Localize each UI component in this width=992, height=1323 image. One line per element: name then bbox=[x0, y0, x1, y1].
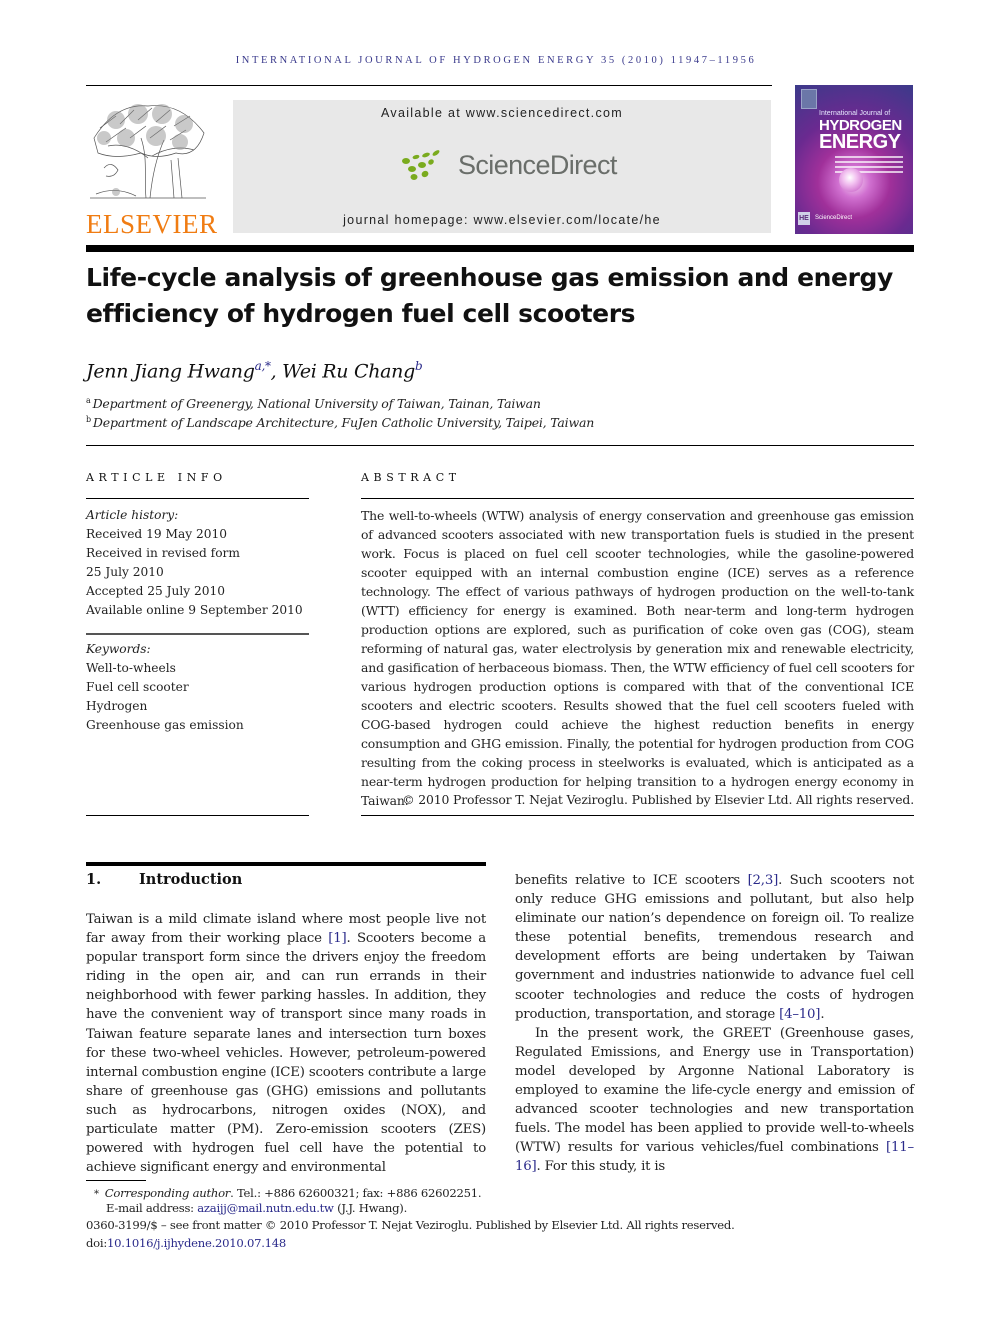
citation-link[interactable]: [4–10] bbox=[779, 1007, 820, 1022]
text-run: . Such scooters not only reduce GHG emis… bbox=[515, 873, 914, 1022]
available-at-link[interactable]: Available at www.sciencedirect.com bbox=[233, 106, 771, 120]
section-heading-introduction: 1. Introduction bbox=[86, 871, 242, 888]
abstract-rule bbox=[361, 815, 914, 816]
text-run: . For this study, it is bbox=[536, 1159, 666, 1175]
journal-cover-image[interactable]: International Journal of HYDROGEN ENERGY… bbox=[795, 85, 913, 234]
footnote-rule bbox=[86, 1180, 146, 1181]
doi-link[interactable]: 10.1016/j.ijhydene.2010.07.148 bbox=[107, 1236, 286, 1250]
abstract-heading: ABSTRACT bbox=[361, 471, 461, 484]
citation-link[interactable]: [2,3] bbox=[748, 873, 779, 888]
body-column-right: benefits relative to ICE scooters [2,3].… bbox=[515, 871, 914, 1177]
history-item: Received in revised form bbox=[86, 546, 240, 560]
keywords: Keywords: Well-to-wheels Fuel cell scoot… bbox=[86, 640, 316, 735]
text-run: benefits relative to ICE scooters bbox=[515, 873, 748, 888]
header-top-rule bbox=[86, 85, 772, 86]
text-run: In the present work, the GREET (Greenhou… bbox=[515, 1025, 914, 1156]
author-name[interactable]: Jenn Jiang Hwang bbox=[86, 360, 255, 382]
email-label: E-mail address: bbox=[106, 1201, 198, 1215]
history-item: 25 July 2010 bbox=[86, 565, 164, 579]
article-info-rule bbox=[86, 815, 309, 816]
contact-details: . Tel.: +886 62600321; fax: +886 6260225… bbox=[230, 1186, 482, 1200]
affiliation-mark: b bbox=[86, 415, 91, 424]
section-title: Introduction bbox=[139, 871, 243, 888]
paragraph: In the present work, the GREET (Greenhou… bbox=[515, 1024, 914, 1177]
corresponding-author-footnote: * Corresponding author. Tel.: +886 626003… bbox=[86, 1186, 482, 1200]
elsevier-tree-icon bbox=[86, 98, 210, 204]
cover-journal-prefix: International Journal of bbox=[819, 110, 891, 117]
author-separator: , bbox=[270, 360, 283, 383]
front-matter-notice: 0360-3199/$ – see front matter © 2010 Pr… bbox=[86, 1218, 735, 1232]
abstract-rule bbox=[361, 498, 914, 499]
doi-label: doi: bbox=[86, 1236, 108, 1250]
doi-line: doi:10.1016/j.ijhydene.2010.07.148 bbox=[86, 1236, 286, 1250]
footnote-star: * bbox=[94, 1189, 99, 1200]
author-list: Jenn Jiang Hwanga,*, Wei Ru Changb bbox=[86, 359, 423, 383]
sciencedirect-logo[interactable]: ScienceDirect bbox=[398, 148, 617, 182]
keyword-item: Greenhouse gas emission bbox=[86, 718, 244, 732]
author-marks[interactable]: b bbox=[415, 359, 423, 373]
affiliation-text: Department of Landscape Architecture, Fu… bbox=[92, 415, 595, 431]
cover-elsevier-logo-icon bbox=[801, 89, 817, 109]
affiliation-text: Department of Greenergy, National Univer… bbox=[92, 396, 541, 412]
elsevier-logo[interactable]: ELSEVIER bbox=[86, 98, 218, 239]
history-item: Available online 9 September 2010 bbox=[86, 603, 303, 617]
title-block-divider bbox=[86, 445, 914, 446]
citation-link[interactable]: [1] bbox=[328, 931, 346, 946]
article-history-label: Article history: bbox=[86, 508, 179, 522]
article-info-rule bbox=[86, 633, 309, 635]
abstract-text: The well-to-wheels (WTW) analysis of ene… bbox=[361, 508, 914, 808]
section-rule bbox=[86, 862, 486, 866]
keyword-item: Hydrogen bbox=[86, 699, 148, 713]
keywords-label: Keywords: bbox=[86, 642, 151, 656]
author-marks[interactable]: a,* bbox=[255, 359, 271, 373]
article-info-rule bbox=[86, 498, 309, 499]
cover-orb-graphic bbox=[839, 168, 863, 192]
paragraph: Taiwan is a mild climate island where mo… bbox=[86, 910, 486, 1177]
corresponding-label: Corresponding author bbox=[104, 1186, 231, 1200]
text-run: . Scooters become a popular transport fo… bbox=[86, 931, 486, 1176]
cover-he-badge: HE bbox=[798, 212, 810, 225]
article-info-heading: ARTICLE INFO bbox=[86, 471, 227, 484]
abstract-copyright: © 2010 Professor T. Nejat Veziroglu. Pub… bbox=[402, 792, 914, 807]
history-item: Accepted 25 July 2010 bbox=[86, 584, 226, 598]
email-footnote: E-mail address: azaijj@mail.nutn.edu.tw … bbox=[86, 1201, 407, 1215]
history-item: Received 19 May 2010 bbox=[86, 527, 228, 541]
author-name[interactable]: Wei Ru Chang bbox=[282, 360, 415, 382]
email-suffix: (J.J. Hwang). bbox=[333, 1201, 408, 1215]
header-divider bbox=[86, 245, 914, 252]
keyword-item: Fuel cell scooter bbox=[86, 680, 189, 694]
paragraph: benefits relative to ICE scooters [2,3].… bbox=[515, 871, 914, 1024]
article-title: Life-cycle analysis of greenhouse gas em… bbox=[86, 263, 893, 328]
text-run: . bbox=[820, 1006, 825, 1022]
affiliation: a Department of Greenergy, National Unive… bbox=[86, 396, 541, 411]
affiliation-mark: a bbox=[86, 396, 91, 405]
running-header: INTERNATIONAL JOURNAL OF HYDROGEN ENERGY… bbox=[235, 55, 757, 66]
section-number: 1. bbox=[86, 871, 102, 888]
elsevier-wordmark: ELSEVIER bbox=[86, 209, 218, 239]
email-link[interactable]: azaijj@mail.nutn.edu.tw bbox=[197, 1201, 334, 1215]
cover-sciencedirect-label: ScienceDirect bbox=[815, 215, 853, 221]
keyword-item: Well-to-wheels bbox=[86, 661, 176, 675]
cover-title-energy: ENERGY bbox=[819, 131, 901, 153]
sciencedirect-dots-icon bbox=[402, 150, 440, 180]
affiliation: b Department of Landscape Architecture, F… bbox=[86, 415, 594, 430]
sciencedirect-banner: Available at www.sciencedirect.com Scien… bbox=[233, 100, 771, 233]
journal-homepage-link[interactable]: journal homepage: www.elsevier.com/locat… bbox=[233, 213, 771, 227]
sciencedirect-wordmark: ScienceDirect bbox=[458, 149, 617, 180]
body-column-left: Taiwan is a mild climate island where mo… bbox=[86, 910, 486, 1177]
article-history: Article history: Received 19 May 2010 Re… bbox=[86, 506, 316, 620]
